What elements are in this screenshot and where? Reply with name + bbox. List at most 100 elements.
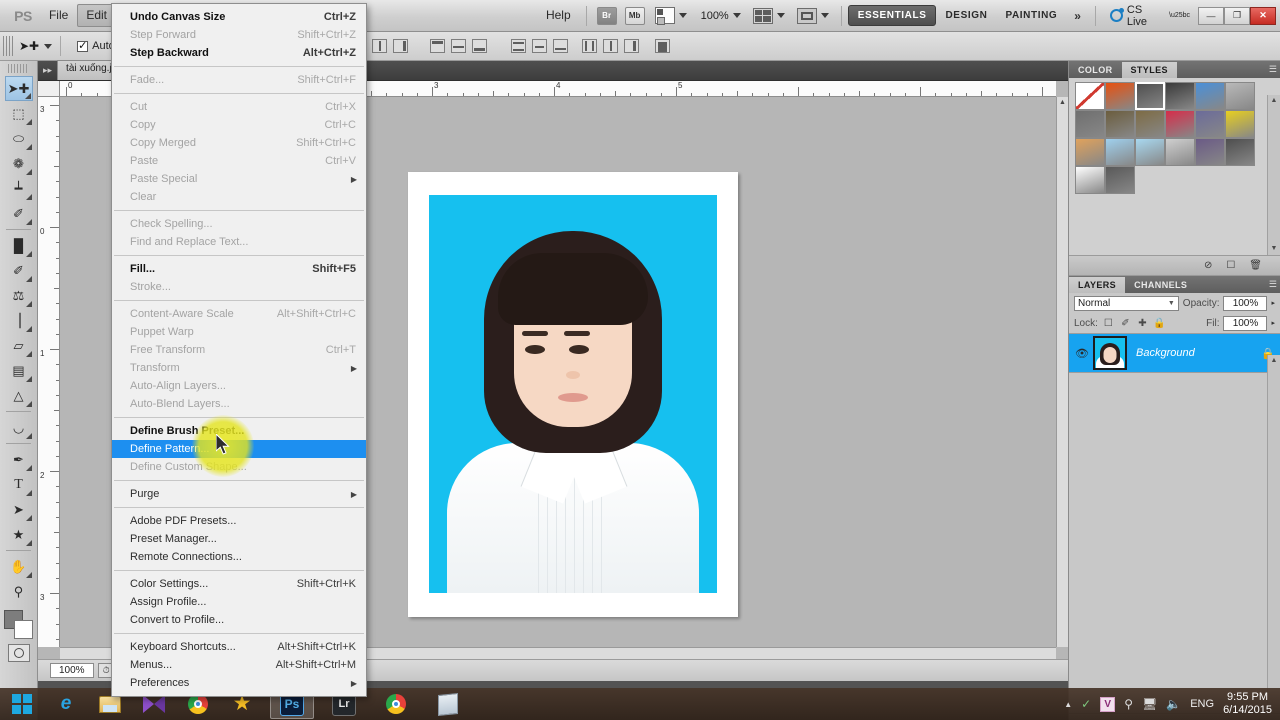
tool-rectangular-marquee[interactable]: ⬚ [5,101,33,126]
volume-icon[interactable]: 🔈 [1166,697,1181,711]
menu-item-menus[interactable]: Menus...Alt+Shift+Ctrl+M [112,656,366,674]
tool-spot-healing-brush[interactable]: █ [5,233,33,258]
menu-item-undo-canvas-size[interactable]: Undo Canvas SizeCtrl+Z [112,8,366,26]
bridge-button[interactable]: Br [597,7,617,25]
tab-layers[interactable]: LAYERS [1069,277,1125,293]
blend-mode-select[interactable]: Normal ▼ [1074,296,1179,311]
taskbar-clock[interactable]: 9:55 PM 6/14/2015 [1223,691,1272,717]
menu-help[interactable]: Help [537,4,580,27]
style-swatch-13[interactable] [1105,138,1135,166]
color-swatches[interactable] [4,610,34,640]
screen-mode-chevron-icon[interactable] [821,13,829,18]
menu-item-define-brush-preset[interactable]: Define Brush Preset... [112,422,366,440]
style-swatch-1[interactable] [1105,82,1135,110]
style-swatch-19[interactable] [1105,166,1135,194]
menu-item-free-transform[interactable]: Free TransformCtrl+T [112,341,366,359]
style-swatch-11[interactable] [1225,110,1255,138]
menu-item-convert-to-profile[interactable]: Convert to Profile... [112,611,366,629]
network-icon[interactable]: 🖥 [1142,697,1157,711]
vm-icon[interactable]: V [1100,697,1115,712]
fill-stepper-icon[interactable]: ▸ [1271,319,1275,327]
menu-file[interactable]: File [40,4,77,27]
edit-menu-dropdown[interactable]: Undo Canvas SizeCtrl+ZStep ForwardShift+… [111,3,367,697]
styles-panel-menu-icon[interactable]: ☰ [1269,64,1276,75]
menu-item-content-aware-scale[interactable]: Content-Aware ScaleAlt+Shift+Ctrl+C [112,305,366,323]
tool-zoom[interactable]: ⚲ [5,579,33,604]
menu-item-auto-blend-layers[interactable]: Auto-Blend Layers... [112,395,366,413]
quick-mask-toggle[interactable] [8,644,30,662]
language-indicator[interactable]: ENG [1190,698,1214,710]
style-swatch-14[interactable] [1135,138,1165,166]
style-swatch-none[interactable] [1075,82,1105,110]
menu-item-stroke[interactable]: Stroke... [112,278,366,296]
menu-item-clear[interactable]: Clear [112,188,366,206]
menu-item-define-custom-shape[interactable]: Define Custom Shape... [112,458,366,476]
background-color-swatch[interactable] [14,620,33,639]
workspace-essentials[interactable]: ESSENTIALS [848,5,937,26]
distribute-horizontal-icon[interactable] [603,39,618,53]
menu-item-color-settings[interactable]: Color Settings...Shift+Ctrl+K [112,575,366,593]
layer-row-background[interactable]: 👁 Background 🔒 [1069,333,1280,373]
lock-all-icon[interactable]: 🔒 [1153,317,1166,330]
new-style-icon[interactable]: ☐ [1226,260,1235,271]
tool-eraser[interactable]: ▱ [5,333,33,358]
tabs-scroll-left-icon[interactable]: ▸▸ [38,65,57,80]
tool-quick-selection[interactable]: ❁ [5,151,33,176]
menu-item-fill[interactable]: Fill...Shift+F5 [112,260,366,278]
taskbar-internet-explorer[interactable]: e [44,688,88,720]
close-button[interactable]: ✕ [1250,7,1276,25]
style-swatch-4[interactable] [1195,82,1225,110]
opacity-value[interactable]: 100% [1223,296,1267,311]
screen-mode-icon[interactable] [797,8,817,24]
lock-position-icon[interactable]: ✚ [1136,317,1149,330]
menu-item-step-backward[interactable]: Step BackwardAlt+Ctrl+Z [112,44,366,62]
style-swatch-5[interactable] [1225,82,1255,110]
menu-item-copy-merged[interactable]: Copy MergedShift+Ctrl+C [112,134,366,152]
menu-item-fade[interactable]: Fade...Shift+Ctrl+F [112,71,366,89]
distribute-bottom-icon[interactable] [553,39,568,53]
menu-item-copy[interactable]: CopyCtrl+C [112,116,366,134]
styles-scrollbar[interactable]: ▲ ▼ [1267,95,1280,255]
style-swatch-6[interactable] [1075,110,1105,138]
menu-item-transform[interactable]: Transform▶ [112,359,366,377]
menu-item-adobe-pdf-presets[interactable]: Adobe PDF Presets... [112,512,366,530]
tool-path-selection[interactable]: ➤ [5,497,33,522]
menu-item-keyboard-shortcuts[interactable]: Keyboard Shortcuts...Alt+Shift+Ctrl+K [112,638,366,656]
tool-hand[interactable]: ✋ [5,554,33,579]
tool-clone-stamp[interactable]: ⚖ [5,283,33,308]
status-zoom-value[interactable]: 100% [50,663,94,678]
align-vertical-centers-icon[interactable] [451,39,466,53]
tool-custom-shape[interactable]: ★ [5,522,33,547]
layers-panel-menu-icon[interactable]: ☰ [1269,279,1276,290]
tool-gradient[interactable]: ▤ [5,358,33,383]
clear-style-icon[interactable]: ⊘ [1204,260,1212,271]
style-swatch-2[interactable] [1135,82,1165,110]
menu-item-preferences[interactable]: Preferences▶ [112,674,366,692]
workspace-design[interactable]: DESIGN [936,6,996,25]
taskbar-notes-window[interactable] [426,688,470,720]
menu-item-purge[interactable]: Purge▶ [112,485,366,503]
options-bar-grip[interactable] [3,36,13,56]
auto-select-checkbox[interactable] [77,41,88,52]
style-swatch-12[interactable] [1075,138,1105,166]
antivirus-icon[interactable]: ✓ [1081,697,1091,711]
menu-item-remote-connections[interactable]: Remote Connections... [112,548,366,566]
tool-pen[interactable]: ✒ [5,447,33,472]
mini-bridge-button[interactable]: Mb [625,7,645,25]
view-extras-icon[interactable] [655,7,675,24]
tool-crop[interactable]: ┷ [5,176,33,201]
show-hidden-icons-icon[interactable]: ▲ [1064,700,1072,709]
style-swatch-8[interactable] [1135,110,1165,138]
current-tool-preset[interactable]: ➤✚ [19,39,54,53]
style-swatch-16[interactable] [1195,138,1225,166]
restore-button[interactable]: ❐ [1224,7,1250,25]
layers-scrollbar[interactable]: ▲ [1267,355,1280,713]
style-swatch-17[interactable] [1225,138,1255,166]
lock-image-pixels-icon[interactable]: ✐ [1119,317,1132,330]
tab-channels[interactable]: CHANNELS [1125,277,1196,293]
menu-item-assign-profile[interactable]: Assign Profile... [112,593,366,611]
style-swatch-7[interactable] [1105,110,1135,138]
align-bottom-edges-icon[interactable] [472,39,487,53]
styles-scroll-down-icon[interactable]: ▼ [1268,243,1280,255]
align-right-edges-icon[interactable] [393,39,408,53]
